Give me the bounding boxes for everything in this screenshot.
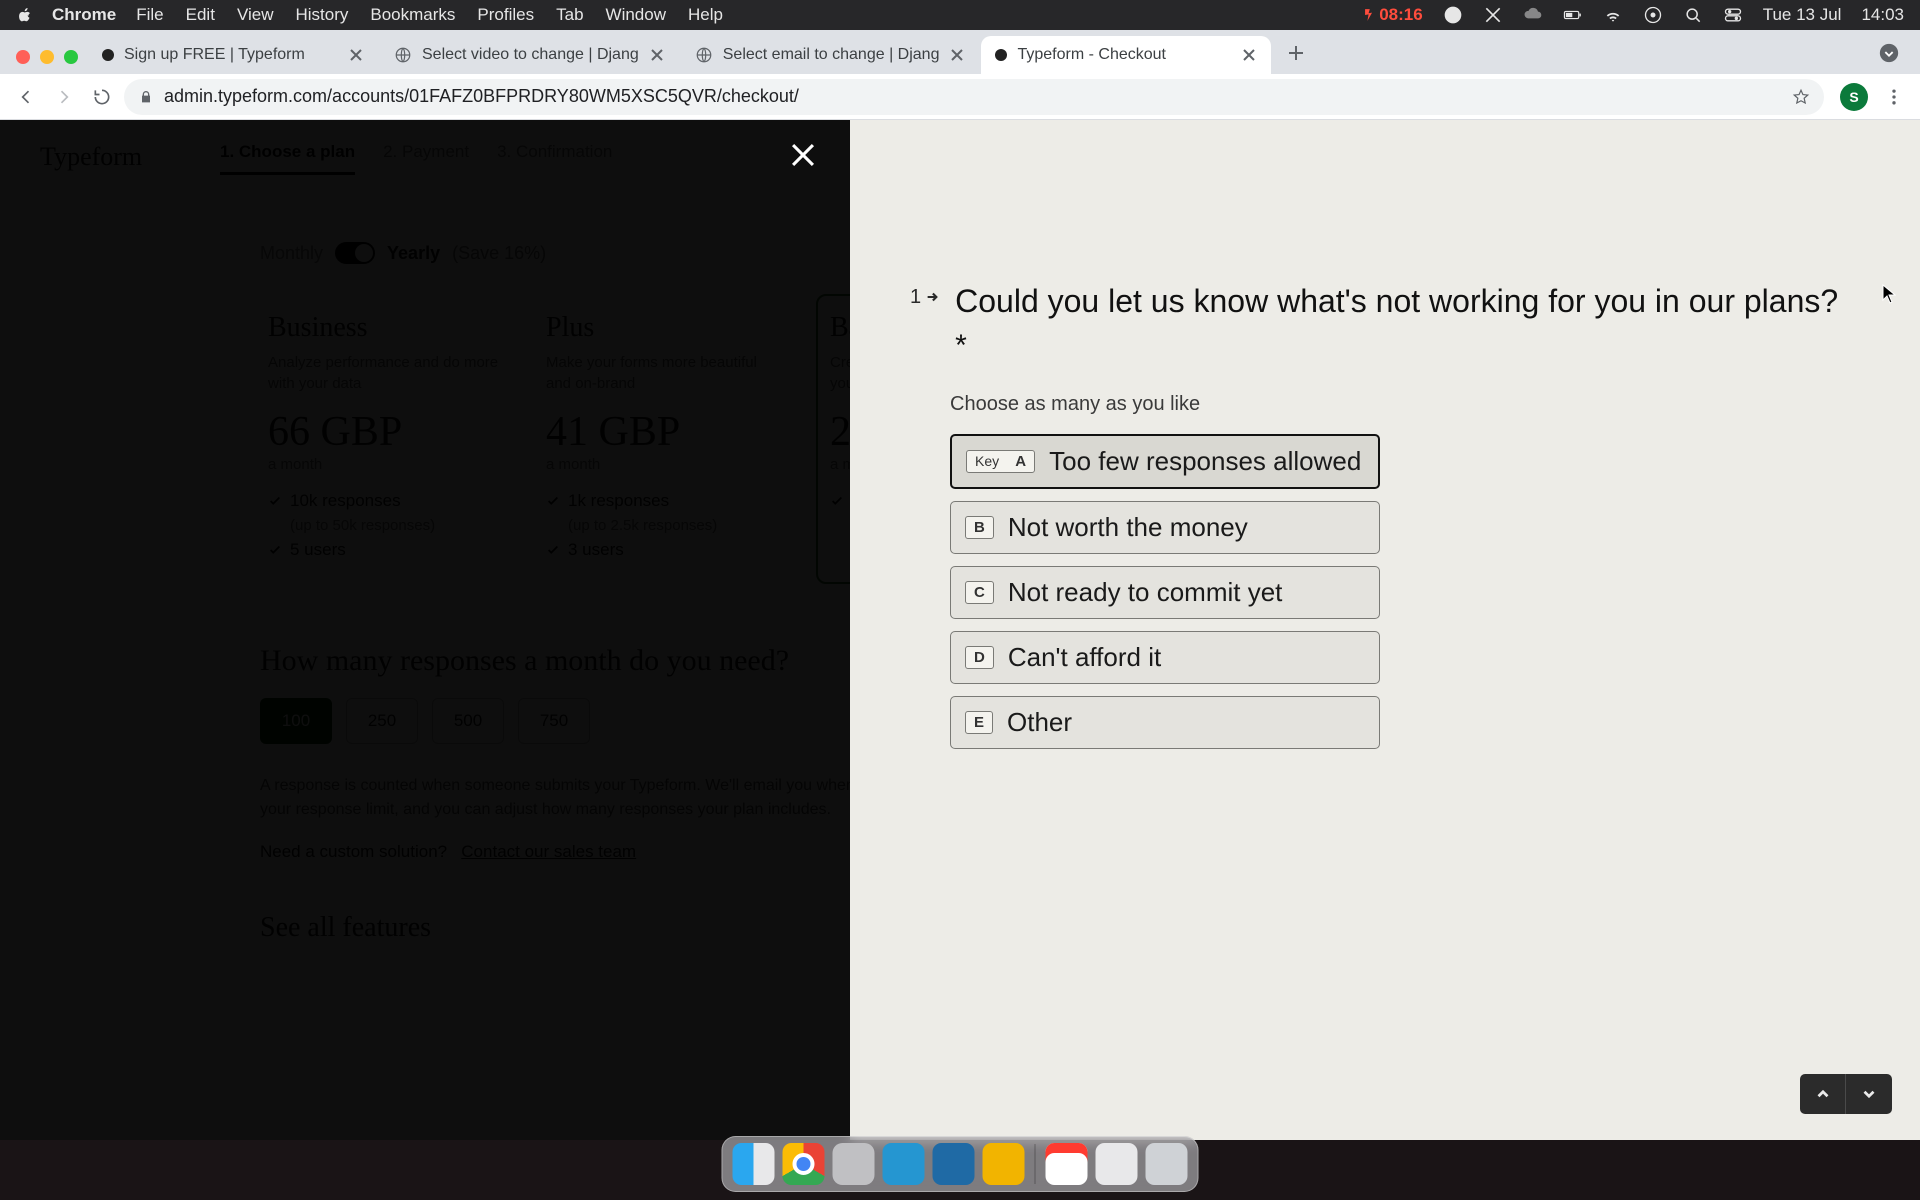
chrome-menu-icon[interactable] (1884, 87, 1904, 107)
question-text: Could you let us know what's not working… (955, 280, 1848, 367)
menubar-date[interactable]: Tue 13 Jul (1763, 5, 1842, 25)
question-number: 1 (910, 280, 939, 367)
overlay-left-scrim-area[interactable] (0, 120, 850, 1140)
dock-trash-icon[interactable] (1146, 1143, 1188, 1185)
menu-bookmarks[interactable]: Bookmarks (370, 5, 455, 25)
menu-profiles[interactable]: Profiles (477, 5, 534, 25)
chrome-window: Sign up FREE | Typeform Select video to … (0, 30, 1920, 1140)
browser-tab[interactable]: Sign up FREE | Typeform (88, 36, 378, 74)
survey-next-button[interactable] (1846, 1074, 1892, 1114)
tab-title: Typeform - Checkout (1017, 46, 1231, 64)
browser-tab[interactable]: Select email to change | Djang (681, 36, 980, 74)
tabstrip-menu-icon[interactable] (1878, 42, 1900, 64)
control-center-icon[interactable] (1723, 5, 1743, 25)
chrome-tabstrip: Sign up FREE | Typeform Select video to … (0, 30, 1920, 74)
tab-favicon-icon (102, 49, 114, 61)
choice-key-badge: B (965, 516, 994, 539)
survey-panel: 1 Could you let us know what's not worki… (850, 120, 1920, 1140)
dock-finder-icon[interactable] (733, 1143, 775, 1185)
new-tab-button[interactable] (1281, 38, 1311, 68)
window-controls (10, 50, 88, 74)
choice-key-badge: D (965, 646, 994, 669)
tab-close-icon[interactable] (348, 47, 364, 63)
choice-key-badge: E (965, 711, 993, 734)
choice-label: Not ready to commit yet (1008, 577, 1283, 608)
survey-overlay: 1 Could you let us know what's not worki… (0, 120, 1920, 1140)
arrow-right-icon (925, 290, 939, 304)
profile-avatar[interactable]: S (1840, 83, 1868, 111)
page-viewport: Typeform 1. Choose a plan 2. Payment 3. … (0, 120, 1920, 1140)
tab-favicon-icon (695, 46, 713, 64)
choice-e[interactable]: E Other (950, 696, 1380, 749)
dock-safari-icon[interactable] (833, 1143, 875, 1185)
choice-label: Other (1007, 707, 1072, 738)
menu-view[interactable]: View (237, 5, 274, 25)
choice-c[interactable]: C Not ready to commit yet (950, 566, 1380, 619)
menu-file[interactable]: File (136, 5, 163, 25)
window-zoom-button[interactable] (64, 50, 78, 64)
menu-help[interactable]: Help (688, 5, 723, 25)
bookmark-star-icon[interactable] (1792, 88, 1810, 106)
choice-d[interactable]: D Can't afford it (950, 631, 1380, 684)
question-hint: Choose as many as you like (950, 393, 1848, 416)
choice-b[interactable]: B Not worth the money (950, 501, 1380, 554)
wifi-icon[interactable] (1603, 5, 1623, 25)
choice-key-badge: C (965, 581, 994, 604)
forward-button[interactable] (48, 81, 80, 113)
dock-chrome-icon[interactable] (783, 1143, 825, 1185)
browser-tab-active[interactable]: Typeform - Checkout (981, 36, 1271, 74)
tab-title: Select video to change | Djang (422, 46, 639, 64)
choice-label: Can't afford it (1008, 642, 1161, 673)
reload-button[interactable] (86, 81, 118, 113)
tab-close-icon[interactable] (1241, 47, 1257, 63)
window-close-button[interactable] (16, 50, 30, 64)
choice-list: Key A Too few responses allowed B Not wo… (950, 434, 1380, 749)
menubar-time[interactable]: 14:03 (1861, 5, 1904, 25)
menu-edit[interactable]: Edit (186, 5, 215, 25)
spotlight-icon[interactable] (1683, 5, 1703, 25)
dock-divider (1035, 1144, 1036, 1184)
dock-app-icon[interactable] (933, 1143, 975, 1185)
tab-title: Select email to change | Djang (723, 46, 940, 64)
mouse-cursor-icon (1882, 284, 1896, 304)
close-survey-button[interactable] (786, 138, 820, 172)
menubar-app-name[interactable]: Chrome (52, 5, 116, 25)
survey-nav (1800, 1074, 1892, 1114)
choice-label: Not worth the money (1008, 512, 1248, 543)
browser-tab[interactable]: Select video to change | Djang (380, 36, 679, 74)
tab-close-icon[interactable] (649, 47, 665, 63)
menu-history[interactable]: History (295, 5, 348, 25)
required-mark: * (955, 329, 967, 362)
macos-dock (722, 1136, 1199, 1192)
choice-label: Too few responses allowed (1049, 446, 1361, 477)
battery-status[interactable]: 08:16 (1361, 5, 1422, 25)
choice-key-badge: Key A (966, 450, 1035, 473)
battery-icon[interactable] (1563, 5, 1583, 25)
dock-app-icon[interactable] (1046, 1143, 1088, 1185)
cloud-status-icon[interactable] (1523, 5, 1543, 25)
chrome-toolbar: admin.typeform.com/accounts/01FAFZ0BFPRD… (0, 74, 1920, 120)
x-status-icon[interactable] (1483, 5, 1503, 25)
tab-favicon-icon (995, 49, 1007, 61)
menu-window[interactable]: Window (606, 5, 666, 25)
tab-close-icon[interactable] (949, 47, 965, 63)
survey-prev-button[interactable] (1800, 1074, 1846, 1114)
toggl-icon[interactable] (1443, 5, 1463, 25)
macos-menubar: Chrome File Edit View History Bookmarks … (0, 0, 1920, 30)
apple-logo-icon (16, 6, 34, 24)
window-minimize-button[interactable] (40, 50, 54, 64)
dock-app-icon[interactable] (883, 1143, 925, 1185)
lock-icon (138, 89, 154, 105)
back-button[interactable] (10, 81, 42, 113)
choice-a[interactable]: Key A Too few responses allowed (950, 434, 1380, 489)
dock-app-icon[interactable] (1096, 1143, 1138, 1185)
focus-icon[interactable] (1643, 5, 1663, 25)
tab-favicon-icon (394, 46, 412, 64)
tab-title: Sign up FREE | Typeform (124, 46, 338, 64)
url-text: admin.typeform.com/accounts/01FAFZ0BFPRD… (164, 86, 799, 107)
battery-time: 08:16 (1379, 5, 1422, 25)
dock-app-icon[interactable] (983, 1143, 1025, 1185)
address-bar[interactable]: admin.typeform.com/accounts/01FAFZ0BFPRD… (124, 79, 1824, 115)
menu-tab[interactable]: Tab (556, 5, 583, 25)
